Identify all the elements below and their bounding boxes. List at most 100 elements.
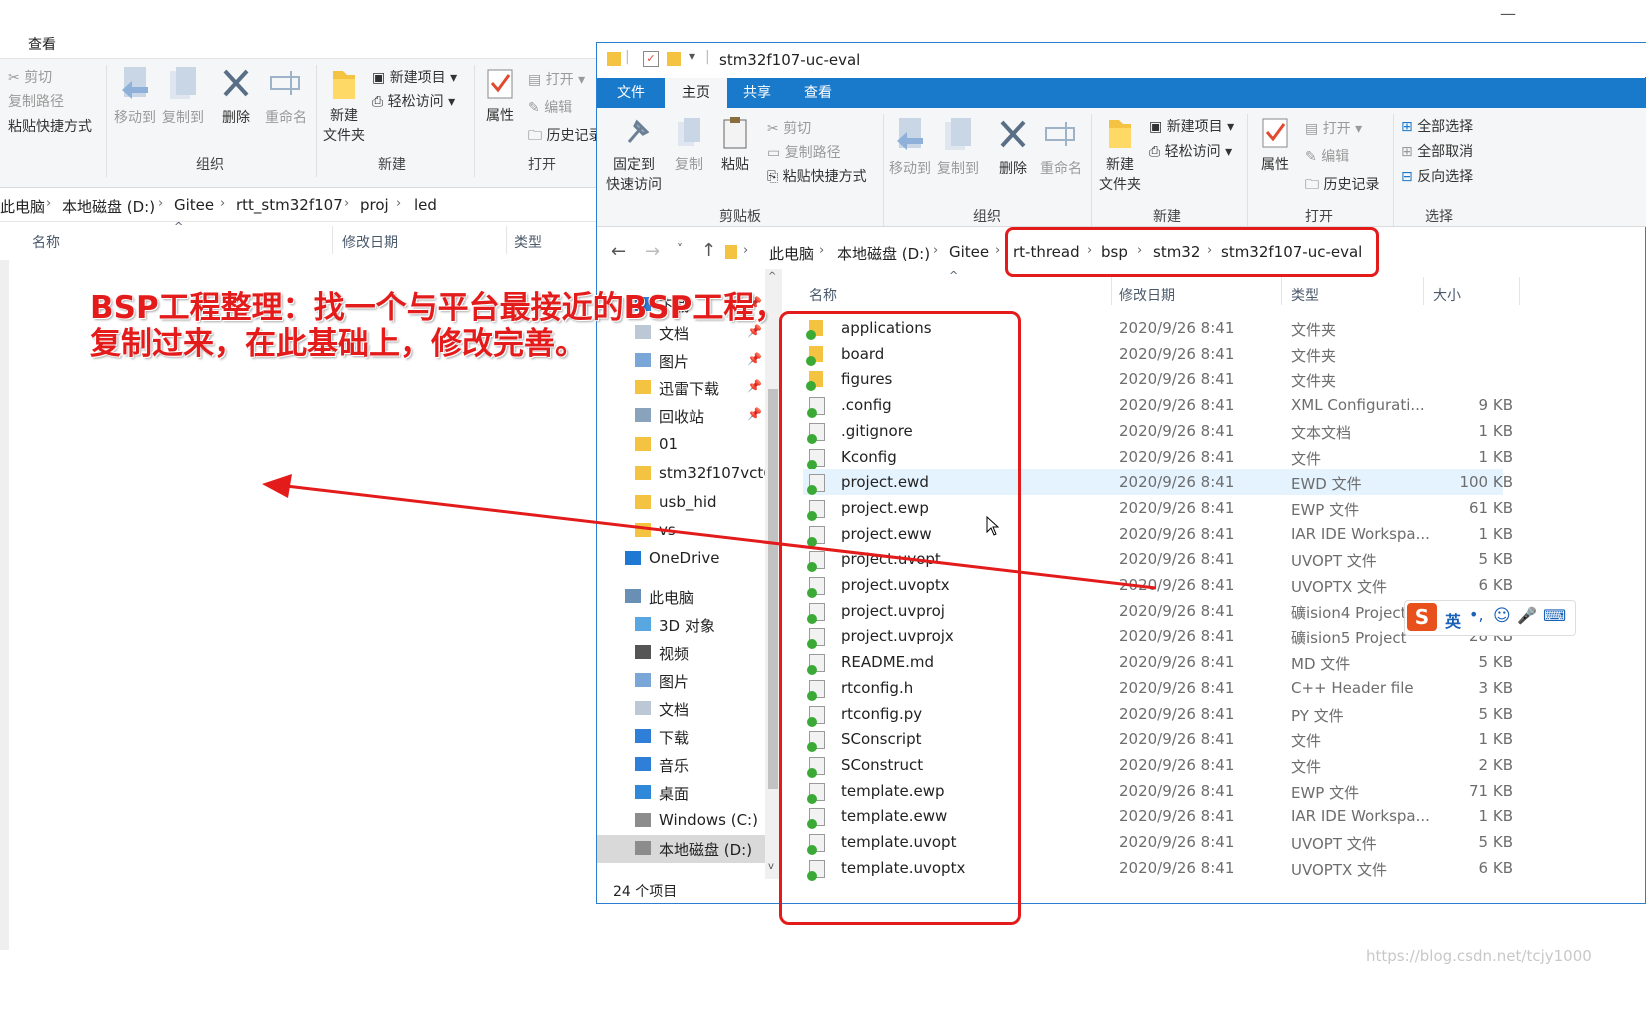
breadcrumb-item[interactable]: led bbox=[414, 196, 437, 214]
nav-item[interactable]: Windows (C:) bbox=[597, 807, 782, 835]
nav-item[interactable]: 桌面 bbox=[597, 779, 782, 807]
column-name[interactable]: 名称 bbox=[809, 285, 837, 305]
new-item-button[interactable]: ▣ 新建项目 ▾ bbox=[1149, 116, 1234, 136]
delete-button[interactable]: 删除 bbox=[993, 116, 1033, 178]
edit-button[interactable]: ✎ 编辑 bbox=[528, 97, 572, 117]
file-size: 5 KB bbox=[1478, 833, 1513, 851]
microphone-icon[interactable]: 🎤 bbox=[1517, 606, 1537, 625]
nav-item[interactable]: 此电脑 bbox=[597, 583, 782, 611]
edit-button[interactable]: ✎ 编辑 bbox=[1305, 146, 1349, 166]
column-date[interactable]: 修改日期 bbox=[1119, 285, 1175, 305]
nav-item[interactable]: stm32f107vct6 bbox=[597, 460, 782, 488]
minimize-icon[interactable]: — bbox=[1500, 4, 1516, 23]
keyboard-icon[interactable]: ⌨ bbox=[1543, 606, 1566, 625]
easy-access-button[interactable]: ⎙ 轻松访问 ▾ bbox=[372, 91, 455, 111]
new-item-button[interactable]: ▣ 新建项目 ▾ bbox=[372, 67, 457, 87]
column-type[interactable]: 类型 bbox=[514, 232, 542, 252]
up-arrow-icon[interactable]: ↑ bbox=[701, 240, 716, 261]
column-date[interactable]: 修改日期 bbox=[342, 232, 398, 252]
back-arrow-icon[interactable]: ← bbox=[611, 241, 626, 262]
copy-path-button[interactable]: 复制路径 bbox=[8, 91, 64, 111]
easy-access-button[interactable]: ⎙ 轻松访问 ▾ bbox=[1149, 141, 1232, 161]
nav-item[interactable]: 图片 bbox=[597, 667, 782, 695]
nav-item[interactable]: vs bbox=[597, 517, 782, 545]
history-button[interactable]: 🗀 历史记录 bbox=[1305, 174, 1379, 198]
history-button[interactable]: 🗀 历史记录 bbox=[528, 125, 602, 149]
forward-arrow-icon[interactable]: → bbox=[645, 241, 660, 262]
column-name[interactable]: 名称 bbox=[32, 232, 60, 252]
nav-item[interactable]: 文档 bbox=[597, 695, 782, 723]
move-to-button[interactable]: 移动到 bbox=[112, 65, 158, 127]
move-to-button[interactable]: 移动到 bbox=[887, 116, 933, 178]
paste-button[interactable]: 粘贴 bbox=[713, 116, 757, 174]
breadcrumb-item[interactable]: rtt_stm32f107 bbox=[236, 196, 343, 214]
punctuation-icon[interactable]: •, bbox=[1469, 605, 1484, 624]
title-bar[interactable]: | ✓ ▾ | stm32f107-uc-eval bbox=[597, 43, 1646, 77]
delete-button[interactable]: 删除 bbox=[214, 65, 258, 127]
new-folder-button[interactable]: 新建 文件夹 bbox=[320, 67, 368, 145]
new-folder-button[interactable]: 新建 文件夹 bbox=[1095, 116, 1145, 194]
copy-to-button[interactable]: 复制到 bbox=[935, 116, 981, 178]
breadcrumb-item[interactable]: proj bbox=[360, 196, 389, 214]
chevron-down-icon[interactable]: ▾ bbox=[689, 49, 695, 63]
back-address-bar[interactable]: 此电脑 › 本地磁盘 (D:) › Gitee › rtt_stm32f107 … bbox=[0, 187, 630, 222]
properties-check-icon[interactable]: ✓ bbox=[643, 51, 659, 67]
nav-item[interactable]: 01 bbox=[597, 431, 782, 459]
open-button[interactable]: ▤ 打开 ▾ bbox=[528, 69, 585, 89]
scroll-down-icon[interactable]: v bbox=[768, 861, 774, 872]
select-all-button[interactable]: ⊞ 全部选择 bbox=[1401, 116, 1473, 136]
breadcrumb-item[interactable]: 此电脑 bbox=[769, 243, 814, 264]
sogou-logo-icon[interactable]: S bbox=[1407, 603, 1437, 631]
properties-button[interactable]: 属性 bbox=[1253, 116, 1297, 174]
emoji-icon[interactable]: ☺ bbox=[1493, 606, 1511, 626]
breadcrumb-item[interactable]: 本地磁盘 (D:) bbox=[837, 243, 930, 264]
pin-quick-access-button[interactable]: 固定到 快速访问 bbox=[603, 116, 665, 194]
address-bar[interactable]: ← → ˅ ↑ › 此电脑 › 本地磁盘 (D:) › Gitee › rt-t… bbox=[597, 227, 1646, 277]
open-button[interactable]: ▤ 打开 ▾ bbox=[1305, 118, 1362, 138]
tab-file[interactable]: 文件 bbox=[597, 78, 665, 108]
divider: | bbox=[625, 49, 630, 65]
new-folder-icon[interactable] bbox=[667, 52, 681, 66]
column-type[interactable]: 类型 bbox=[1291, 285, 1319, 305]
column-size[interactable]: 大小 bbox=[1433, 285, 1461, 305]
nav-item[interactable]: OneDrive bbox=[597, 545, 782, 573]
sort-up-icon: ^ bbox=[949, 269, 959, 282]
nav-item[interactable]: 本地磁盘 (D:) bbox=[597, 835, 782, 863]
back-scrollbar[interactable] bbox=[0, 260, 9, 950]
copy-button[interactable]: 复制 bbox=[669, 116, 709, 174]
copy-to-button[interactable]: 复制到 bbox=[160, 65, 206, 127]
ime-toolbar[interactable]: S 英 •, ☺ 🎤 ⌨ bbox=[1404, 600, 1576, 636]
nav-item[interactable]: 3D 对象 bbox=[597, 611, 782, 639]
rename-button[interactable]: 重命名 bbox=[262, 65, 310, 127]
breadcrumb-item[interactable]: Gitee bbox=[949, 243, 989, 261]
ime-lang-toggle[interactable]: 英 bbox=[1445, 608, 1461, 632]
nav-item[interactable]: 视频 bbox=[597, 639, 782, 667]
tab-view[interactable]: 查看 bbox=[28, 34, 56, 54]
scroll-up-icon[interactable]: ^ bbox=[768, 271, 776, 282]
tab-view[interactable]: 查看 bbox=[787, 78, 849, 108]
select-none-button[interactable]: ⊞ 全部取消 bbox=[1401, 141, 1473, 161]
rename-button[interactable]: 重命名 bbox=[1037, 116, 1085, 178]
breadcrumb-item[interactable]: 本地磁盘 (D:) bbox=[62, 196, 155, 217]
file-date: 2020/9/26 8:41 bbox=[1119, 704, 1235, 723]
paste-shortcut-button[interactable]: 粘贴快捷方式 bbox=[8, 116, 92, 136]
paste-shortcut-button[interactable]: ⎘ 粘贴快捷方式 bbox=[767, 166, 867, 186]
scroll-thumb[interactable] bbox=[768, 389, 778, 789]
nav-item[interactable]: 回收站 📌 bbox=[597, 402, 782, 430]
cut-button[interactable]: ✂ 剪切 bbox=[767, 118, 811, 138]
breadcrumb-item[interactable]: 此电脑 bbox=[0, 196, 45, 217]
nav-item[interactable]: usb_hid bbox=[597, 489, 782, 517]
file-type: UVOPTX 文件 bbox=[1291, 860, 1388, 879]
breadcrumb-item[interactable]: Gitee bbox=[174, 196, 214, 214]
nav-item[interactable]: 下载 bbox=[597, 723, 782, 751]
invert-selection-button[interactable]: ⊟ 反向选择 bbox=[1401, 166, 1473, 186]
tab-home[interactable]: 主页 bbox=[665, 78, 727, 108]
chevron-down-icon[interactable]: ˅ bbox=[677, 242, 683, 256]
copy-path-button[interactable]: ▭ 复制路径 bbox=[767, 142, 841, 162]
file-date: 2020/9/26 8:41 bbox=[1119, 858, 1235, 877]
nav-item[interactable]: 迅雷下载 📌 bbox=[597, 374, 782, 402]
properties-button[interactable]: 属性 bbox=[480, 67, 520, 125]
nav-item[interactable]: 音乐 bbox=[597, 751, 782, 779]
cut-button[interactable]: ✂ 剪切 bbox=[8, 67, 52, 87]
tab-share[interactable]: 共享 bbox=[727, 78, 787, 108]
